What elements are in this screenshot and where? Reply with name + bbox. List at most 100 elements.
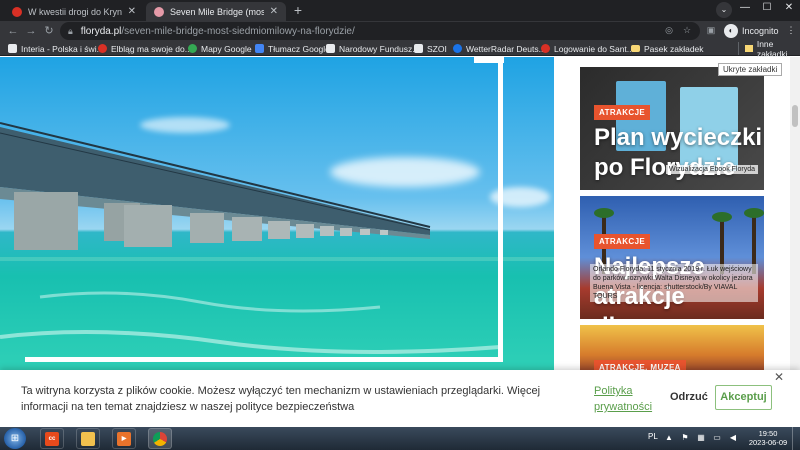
close-icon[interactable]: ✕	[772, 370, 786, 384]
bookmark-folder[interactable]: Pasek zakładek	[631, 42, 704, 55]
category-tag[interactable]: ATRAKCJE	[594, 234, 651, 249]
incognito-label: Incognito	[742, 26, 779, 36]
bookmark-nfz[interactable]: Narodowy Fundusz...	[326, 42, 419, 55]
sidebar-card-plan[interactable]: ATRAKCJE Plan wycieczki po Florydzie Wiz…	[580, 67, 764, 190]
bookmark-label: WetterRadar Deuts...	[466, 43, 546, 54]
image-caption: Orlando Floryda: 11 stycznia 2019 r. Łuk…	[590, 264, 758, 302]
bookmark-wetterradar[interactable]: WetterRadar Deuts...	[453, 42, 546, 55]
tab-close-icon[interactable]: ✕	[270, 6, 278, 17]
palm-tree-icon	[744, 208, 764, 218]
tab-favicon-icon	[12, 6, 22, 17]
address-bar[interactable]: 🔒︎ floryda.pl/seven-mile-bridge-most-sie…	[60, 22, 700, 40]
bookmark-favicon-icon	[98, 44, 107, 53]
tab-close-icon[interactable]: ✕	[128, 6, 136, 17]
bookmark-favicon-icon	[541, 44, 550, 53]
bookmark-elblag[interactable]: Elbląg ma swoje do...	[98, 42, 192, 55]
star-icon[interactable]: ☆	[680, 23, 694, 37]
bookmark-favicon-icon	[8, 44, 17, 53]
menu-icon[interactable]: ⋮	[784, 23, 798, 37]
taskbar-app-media[interactable]: ▶	[112, 428, 136, 449]
taskbar-app-explorer[interactable]	[76, 428, 100, 449]
battery-icon[interactable]: ▭	[712, 433, 722, 443]
clock-time: 19:50	[758, 429, 778, 438]
chevron-down-icon[interactable]: ⌄	[716, 2, 732, 18]
chevron-up-icon[interactable]: ▲	[664, 433, 674, 443]
eye-off-icon[interactable]: ◎	[662, 23, 676, 37]
clock-date: 2023-06-09	[748, 438, 788, 447]
bookmark-label: Mapy Google	[201, 43, 252, 54]
hero-image	[0, 57, 554, 370]
bookmark-favicon-icon	[326, 44, 335, 53]
globe-icon	[453, 44, 462, 53]
show-desktop-button[interactable]	[792, 427, 800, 450]
taskbar-app-cc[interactable]: cc	[40, 428, 64, 449]
map-pin-icon	[188, 44, 197, 53]
taskbar-app-chrome[interactable]	[148, 428, 172, 449]
bookmark-label: SZOI	[427, 43, 447, 54]
bookmark-label: Pasek zakładek	[644, 43, 704, 54]
start-button[interactable]: ⊞	[4, 428, 26, 449]
incognito-badge[interactable]: ◐ Incognito	[724, 23, 779, 39]
browser-toolbar: ← → ↻ 🔒︎ floryda.pl/seven-mile-bridge-mo…	[0, 21, 800, 41]
bookmark-label: Narodowy Fundusz...	[339, 43, 420, 54]
translate-icon	[255, 44, 264, 53]
bookmarks-bar: Interia - Polska i świ... Elbląg ma swoj…	[0, 39, 800, 59]
lock-icon[interactable]: 🔒︎	[68, 26, 73, 37]
bookmark-santander[interactable]: Logowanie do Sant...	[541, 42, 634, 55]
maximize-button[interactable]: ☐	[756, 0, 778, 16]
tab-strip: W kwestii drogi do Krynicy Morskiej ✕ Se…	[0, 0, 800, 21]
privacy-policy-link[interactable]: Polityka prywatności	[594, 383, 664, 415]
tab-title: Seven Mile Bridge (most siedmiomilowy	[170, 6, 264, 17]
cookie-message: Ta witryna korzysta z plików cookie. Moż…	[21, 385, 541, 413]
other-bookmarks[interactable]: Inne zakładki	[738, 39, 800, 59]
sidebar-card-museums[interactable]: ATRAKCJE, MUZEA	[580, 325, 764, 375]
bookmark-szoi[interactable]: SZOI	[414, 42, 447, 55]
bookmark-maps[interactable]: Mapy Google	[188, 42, 252, 55]
palm-tree-icon	[594, 208, 614, 218]
plus-icon[interactable]: +	[290, 2, 306, 18]
incognito-icon: ◐	[724, 24, 738, 38]
bookmark-label: Tłumacz Google	[268, 43, 330, 54]
bookmark-label: Elbląg ma swoje do...	[111, 43, 192, 54]
folder-icon	[745, 45, 753, 52]
tab-krynica[interactable]: W kwestii drogi do Krynicy Morskiej ✕	[4, 2, 144, 21]
bookmark-interia[interactable]: Interia - Polska i świ...	[8, 42, 104, 55]
tab-favicon-icon	[154, 6, 164, 17]
url-path: /seven-mile-bridge-most-siedmiomilowy-na…	[121, 25, 355, 37]
minimize-button[interactable]: —	[734, 0, 756, 16]
close-window-button[interactable]: ✕	[778, 0, 800, 16]
tab-seven-mile-bridge[interactable]: Seven Mile Bridge (most siedmiomilowy ✕	[146, 2, 286, 21]
image-caption: Wizualizacja Ebook Floryda	[666, 165, 758, 174]
windows-taskbar: ⊞ cc ▶ PL ▲ ⚑ ▦ ▭ ◀ 19:50 2023-06-09	[0, 427, 800, 450]
sidebar-card-attractions[interactable]: ATRAKCJE Najlepsze atrakcje dla Orlando …	[580, 196, 764, 319]
tooltip: Ukryte zakładki	[718, 63, 783, 76]
media-player-icon: ▶	[117, 432, 131, 446]
forward-arrow-icon[interactable]: →	[23, 23, 39, 39]
folder-icon	[81, 432, 95, 446]
folder-icon	[631, 45, 640, 52]
bookmark-translate[interactable]: Tłumacz Google	[255, 42, 330, 55]
hero-frame	[25, 62, 503, 362]
accept-button[interactable]: Akceptuj	[715, 385, 772, 410]
network-icon[interactable]: ▦	[696, 433, 706, 443]
language-indicator[interactable]: PL	[648, 432, 658, 441]
app-icon: cc	[45, 432, 59, 446]
reload-icon[interactable]: ↻	[41, 23, 57, 39]
sidepanel-icon[interactable]: ▣	[704, 23, 718, 37]
scrollbar-thumb[interactable]	[792, 105, 798, 127]
bookmark-label: Logowanie do Sant...	[554, 43, 634, 54]
other-bookmarks-label: Inne zakładki	[756, 38, 788, 59]
chrome-icon	[153, 432, 167, 446]
tab-title: W kwestii drogi do Krynicy Morskiej	[28, 6, 122, 17]
back-arrow-icon[interactable]: ←	[5, 23, 21, 39]
bookmark-favicon-icon	[414, 44, 423, 53]
url-host: floryda.pl	[80, 25, 122, 37]
volume-icon[interactable]: ◀	[728, 433, 738, 443]
category-tag[interactable]: ATRAKCJE	[594, 105, 651, 120]
bookmark-label: Interia - Polska i świ...	[21, 43, 104, 54]
system-clock[interactable]: 19:50 2023-06-09	[748, 429, 788, 447]
cookie-banner: Ta witryna korzysta z plików cookie. Moż…	[0, 370, 800, 427]
flag-icon[interactable]: ⚑	[680, 433, 690, 443]
card-title[interactable]: Plan wycieczki po Florydzie	[594, 123, 764, 183]
refuse-button[interactable]: Odrzuć	[670, 391, 708, 403]
